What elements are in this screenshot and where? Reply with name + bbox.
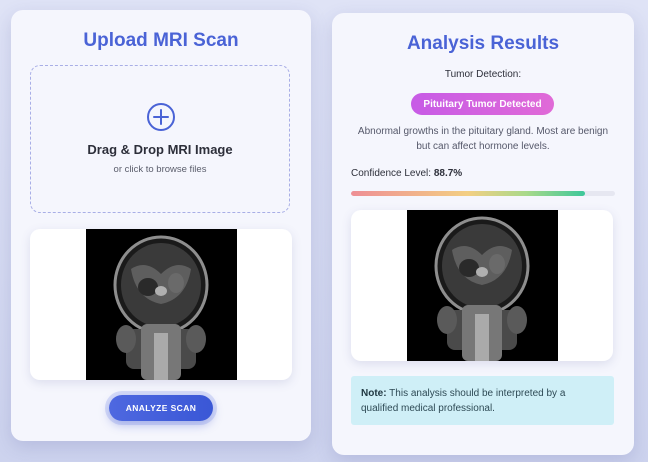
upload-title: Upload MRI Scan	[83, 30, 239, 51]
analyze-scan-button[interactable]: ANALYZE SCAN	[109, 395, 213, 421]
confidence-label: Confidence Level:	[351, 168, 432, 179]
drop-heading: Drag & Drop MRI Image	[87, 142, 233, 157]
mri-scan-image	[407, 210, 558, 361]
analyzed-image-preview	[351, 210, 613, 361]
note-label: Note:	[361, 388, 387, 399]
result-badge: Pituitary Tumor Detected	[411, 93, 554, 115]
note-text: This analysis should be interpreted by a…	[361, 388, 566, 414]
drop-zone[interactable]: Drag & Drop MRI Image or click to browse…	[30, 65, 290, 213]
result-description: Abnormal growths in the pituitary gland.…	[357, 126, 609, 152]
results-card: Analysis Results Tumor Detection: Pituit…	[332, 13, 634, 455]
confidence-value: 88.7%	[433, 168, 463, 179]
mri-scan-image	[86, 229, 237, 380]
upload-card: Upload MRI Scan Drag & Drop MRI Image or…	[11, 10, 311, 441]
results-title: Analysis Results	[406, 33, 560, 54]
drop-subtext: or click to browse files	[113, 164, 207, 175]
note-box: Note: This analysis should be interprete…	[351, 376, 614, 425]
confidence-line: Confidence Level: 88.7%	[351, 168, 462, 179]
detection-label: Tumor Detection:	[444, 69, 522, 80]
plus-circle-icon	[147, 103, 175, 131]
uploaded-image-preview	[30, 229, 292, 380]
confidence-bar-fill	[351, 191, 586, 196]
confidence-bar	[351, 191, 615, 196]
